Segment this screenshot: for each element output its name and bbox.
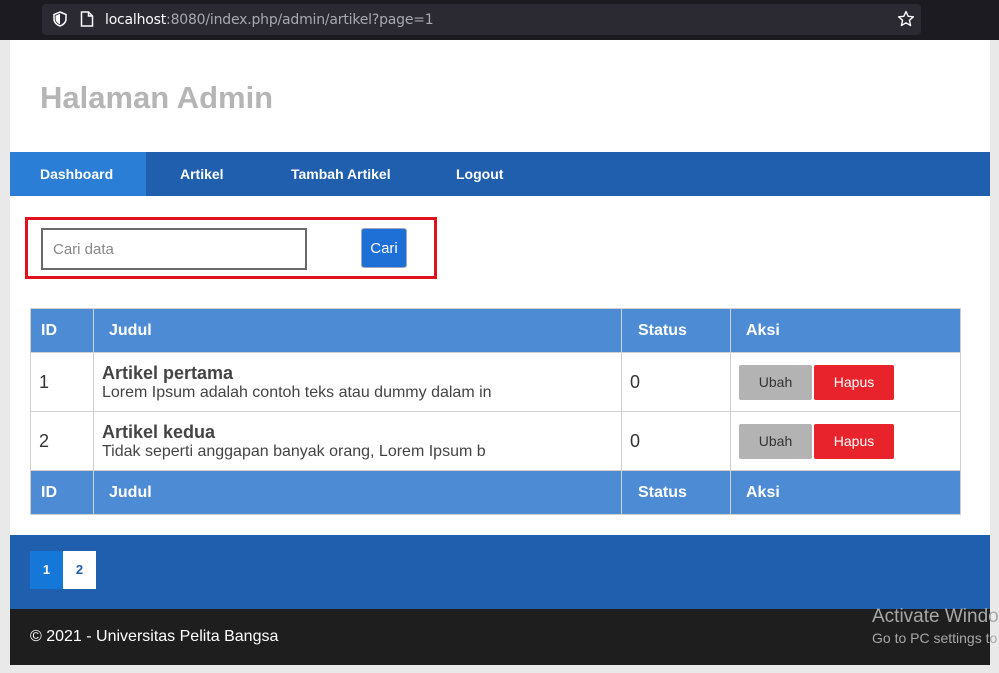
nav-item-logout[interactable]: Logout (456, 152, 503, 196)
cell-judul: Artikel pertama Lorem Ipsum adalah conto… (93, 352, 622, 412)
cell-aksi: Ubah Hapus (730, 411, 961, 471)
page-link-1[interactable]: 1 (30, 551, 63, 589)
url-text[interactable]: localhost:8080/index.php/admin/artikel?p… (105, 12, 434, 28)
cell-id: 2 (30, 411, 94, 471)
col-header-status: Status (621, 308, 731, 353)
delete-button[interactable]: Hapus (814, 364, 894, 400)
col-header-aksi: Aksi (730, 308, 961, 353)
col-header-id: ID (30, 308, 94, 353)
article-excerpt: Lorem Ipsum adalah contoh teks atau dumm… (102, 383, 492, 401)
page-info-icon[interactable] (80, 11, 94, 27)
article-title: Artikel pertama (102, 362, 234, 383)
cell-aksi: Ubah Hapus (730, 352, 961, 412)
nav-item-dashboard[interactable]: Dashboard (10, 152, 146, 196)
windows-activation-watermark: Activate Windows Go to PC settings to ac… (872, 606, 999, 646)
col-header-judul: Judul (93, 308, 622, 353)
table-header-row: ID Judul Status Aksi (30, 308, 961, 353)
bookmark-star-icon[interactable] (897, 10, 915, 28)
page-footer: © 2021 - Universitas Pelita Bangsa (10, 609, 990, 665)
address-bar[interactable]: localhost:8080/index.php/admin/artikel?p… (42, 4, 921, 35)
cell-id: 1 (30, 352, 94, 412)
watermark-line-1: Activate Windows (872, 606, 999, 627)
search-input[interactable] (41, 228, 307, 270)
table-row: 1 Artikel pertama Lorem Ipsum adalah con… (30, 352, 961, 412)
table-footer-row: ID Judul Status Aksi (30, 470, 961, 515)
col-footer-judul: Judul (93, 470, 622, 515)
article-excerpt: Tidak seperti anggapan banyak orang, Lor… (102, 442, 486, 460)
nav-item-artikel[interactable]: Artikel (180, 152, 224, 196)
browser-toolbar: localhost:8080/index.php/admin/artikel?p… (0, 0, 999, 40)
footer-copyright: © 2021 - Universitas Pelita Bangsa (30, 628, 279, 645)
pagination-bar: 1 2 (10, 535, 990, 609)
cell-status: 0 (621, 352, 731, 412)
url-path: :8080/index.php/admin/artikel?page=1 (166, 12, 434, 28)
article-title: Artikel kedua (102, 421, 216, 442)
col-footer-aksi: Aksi (730, 470, 961, 515)
admin-page: Halaman Admin Dashboard Artikel Tambah A… (10, 40, 990, 665)
page-header: Halaman Admin (10, 40, 990, 152)
col-footer-id: ID (30, 470, 94, 515)
shield-icon[interactable] (52, 11, 68, 27)
article-table: ID Judul Status Aksi 1 Artikel pertama L… (30, 308, 961, 515)
search-button[interactable]: Cari (361, 228, 407, 268)
main-nav: Dashboard Artikel Tambah Artikel Logout (10, 152, 990, 196)
col-footer-status: Status (621, 470, 731, 515)
nav-item-tambah-artikel[interactable]: Tambah Artikel (291, 152, 391, 196)
page-link-2[interactable]: 2 (63, 551, 96, 589)
cell-judul: Artikel kedua Tidak seperti anggapan ban… (93, 411, 622, 471)
page-title: Halaman Admin (40, 80, 274, 115)
cell-status: 0 (621, 411, 731, 471)
url-host: localhost (105, 12, 167, 28)
search-form: Cari (25, 217, 437, 279)
delete-button[interactable]: Hapus (814, 423, 894, 459)
edit-button[interactable]: Ubah (739, 423, 812, 459)
edit-button[interactable]: Ubah (739, 364, 812, 400)
table-row: 2 Artikel kedua Tidak seperti anggapan b… (30, 411, 961, 471)
watermark-line-2: Go to PC settings to activate Windows. (872, 630, 999, 646)
